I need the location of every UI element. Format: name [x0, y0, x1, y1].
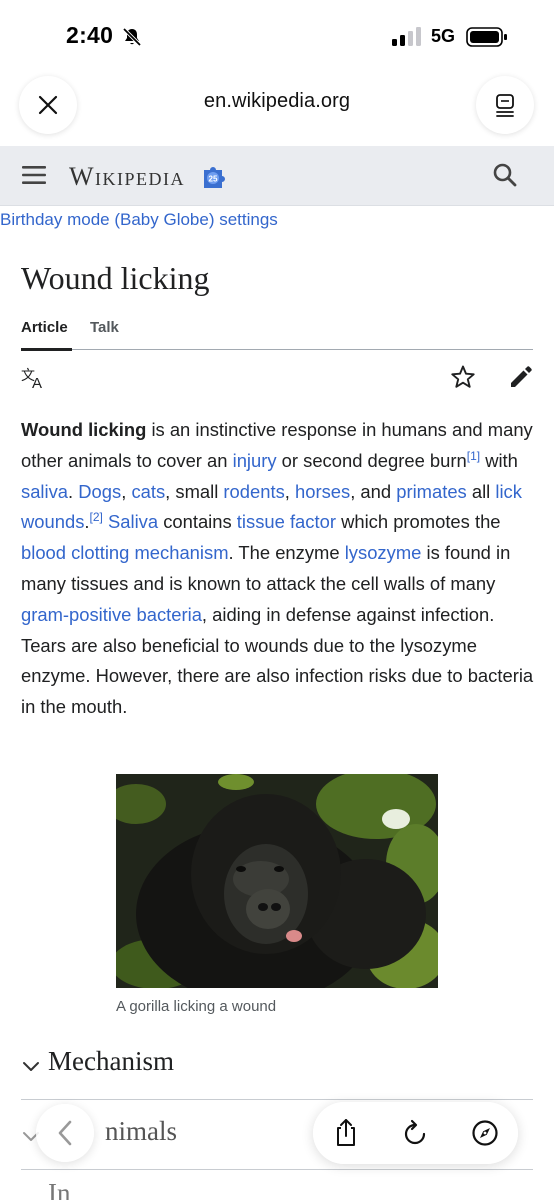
figure-caption: A gorilla licking a wound [116, 998, 277, 1015]
compass-icon[interactable] [469, 1117, 501, 1149]
reference-2[interactable]: [2] [90, 510, 103, 524]
section-title: In [48, 1178, 71, 1200]
section-mechanism[interactable]: Mechanism [21, 1034, 533, 1100]
link-cats[interactable]: cats [131, 481, 165, 502]
back-button[interactable] [36, 1104, 94, 1162]
svg-text:A: A [32, 375, 42, 390]
section-title: Mechanism [48, 1046, 174, 1076]
status-bar: 2:40 5G [0, 0, 554, 72]
watch-star-icon[interactable] [450, 364, 476, 390]
tab-article[interactable]: Article [21, 319, 72, 351]
url-address[interactable]: en.wikipedia.org [0, 90, 554, 113]
link-primates[interactable]: primates [396, 481, 467, 502]
browser-url-bar: en.wikipedia.org [0, 72, 554, 144]
battery-icon [466, 27, 507, 47]
cellular-signal-icon [392, 27, 421, 46]
reload-icon[interactable] [399, 1117, 431, 1149]
link-lysozyme[interactable]: lysozyme [345, 542, 422, 563]
tab-talk[interactable]: Talk [90, 319, 119, 336]
reference-1[interactable]: [1] [467, 449, 480, 463]
globe-badge-number: 25 [209, 175, 218, 184]
search-icon[interactable] [492, 162, 518, 188]
page-menu-button[interactable] [476, 76, 534, 134]
link-rodents[interactable]: rodents [223, 481, 284, 502]
section-title: nimals [105, 1116, 177, 1146]
article-paragraph: Wound licking is an instinctive response… [21, 419, 534, 718]
link-horses[interactable]: horses [295, 481, 350, 502]
chevron-left-icon [58, 1120, 72, 1146]
link-tissue-factor[interactable]: tissue factor [237, 511, 336, 532]
page-tabs: Article Talk [21, 314, 533, 351]
link-saliva-2[interactable]: Saliva [108, 511, 158, 532]
baby-globe-puzzle-icon: 25 [204, 167, 225, 188]
language-icon[interactable]: 文 A [21, 366, 47, 390]
birthday-mode-settings-link[interactable]: Birthday mode (Baby Globe) settings [0, 210, 278, 230]
reader-menu-icon [496, 94, 514, 117]
wikipedia-header: Wikipedia [0, 146, 554, 206]
chevron-down-icon [23, 1062, 39, 1071]
link-blood-clotting-mechanism[interactable]: blood clotting mechanism [21, 542, 229, 563]
status-time: 2:40 [66, 22, 114, 48]
network-type: 5G [431, 26, 456, 46]
bell-slash-icon [122, 27, 142, 47]
section-next[interactable]: In [21, 1172, 533, 1200]
link-gram-positive-bacteria[interactable]: gram-positive bacteria [21, 604, 202, 625]
gorilla-image [116, 774, 438, 988]
share-icon[interactable] [330, 1117, 362, 1149]
wikipedia-wordmark[interactable]: Wikipedia [69, 162, 185, 192]
hamburger-menu-icon[interactable] [22, 164, 46, 186]
page-title: Wound licking [21, 260, 210, 296]
link-saliva[interactable]: saliva [21, 481, 68, 502]
link-injury[interactable]: injury [233, 450, 277, 471]
edit-pencil-icon[interactable] [508, 364, 534, 390]
gorilla-photo[interactable] [116, 774, 438, 988]
link-dogs[interactable]: Dogs [78, 481, 121, 502]
bold-term: Wound licking [21, 419, 147, 440]
browser-toolbar [313, 1102, 518, 1164]
